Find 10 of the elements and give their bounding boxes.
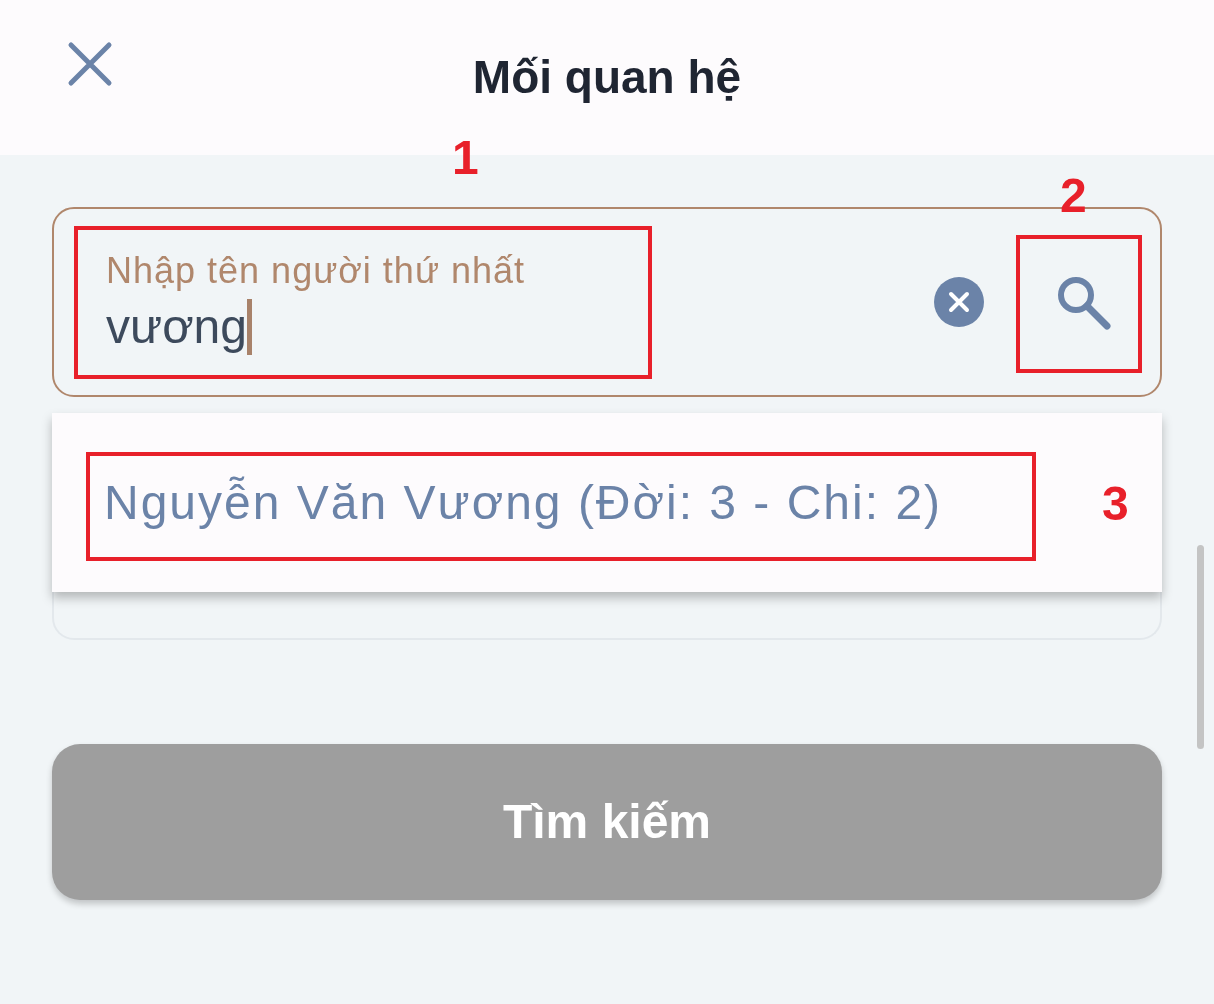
close-icon — [948, 291, 970, 313]
suggestion-item[interactable]: Nguyễn Văn Vương (Đời: 3 - Chi: 2) — [104, 466, 943, 539]
annotation-number: 1 — [452, 132, 479, 184]
field-label: Nhập tên người thứ nhất — [106, 249, 526, 293]
screen-title: Mối quan hệ — [472, 51, 742, 103]
clear-button[interactable] — [934, 277, 984, 327]
text-cursor — [247, 299, 252, 355]
annotation-number: 3 — [1102, 478, 1129, 530]
close-icon — [67, 41, 113, 87]
field-value: vương — [106, 299, 247, 355]
